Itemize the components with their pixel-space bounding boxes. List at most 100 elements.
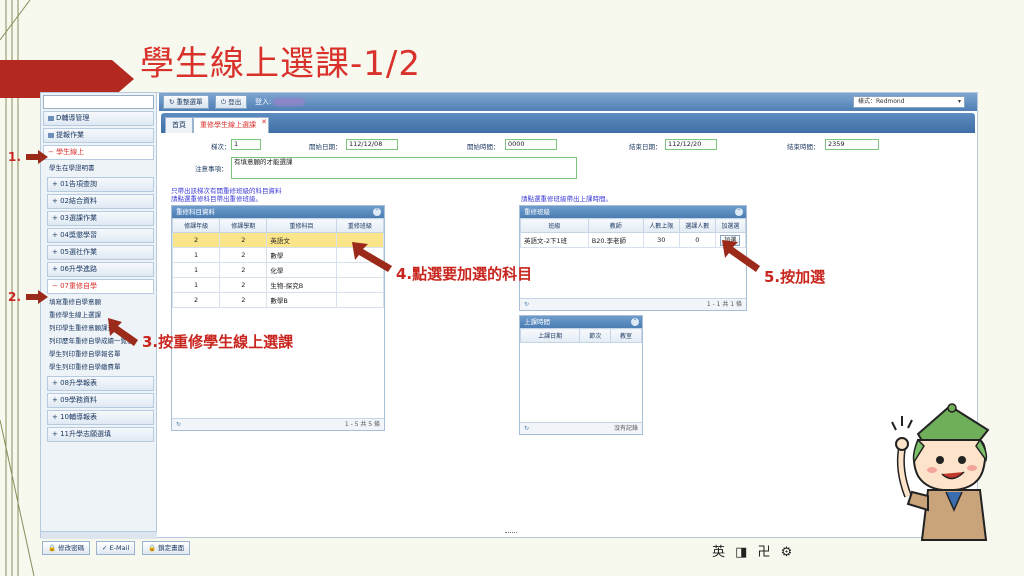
refresh-icon[interactable]: ↻ <box>176 419 181 431</box>
grid-title: 上課時間 ⌃ <box>520 316 642 328</box>
arrow-icon <box>722 240 760 272</box>
table-cell: B20.李老師 <box>587 232 644 248</box>
pager-text: 沒有記錄 <box>613 425 638 432</box>
close-icon[interactable]: ✕ <box>261 115 267 129</box>
column-header[interactable]: 修課年級 <box>171 218 221 233</box>
sidebar-link[interactable]: 列印歷年重修自學成績一覽表 <box>41 335 156 348</box>
table-cell: 2 <box>219 262 268 278</box>
sidebar-subitem[interactable]: + 03選課作業 <box>47 211 154 226</box>
sidebar-subitem[interactable]: + 08升學報表 <box>47 376 154 391</box>
ime-toolbar[interactable]: 英 ◨ 卍 ⚙ <box>712 541 795 560</box>
schedule-table: 上課日期 節次 教室 <box>519 328 642 343</box>
start-time-label: 開始時間： <box>467 143 500 151</box>
sidebar-subitem[interactable]: + 02結合資料 <box>47 194 154 209</box>
sidebar-item-label: 06升學進路 <box>60 265 98 273</box>
theme-select[interactable]: 樣式：Redmond <box>853 96 965 108</box>
notice-left-2: 請點選重修科目帶出重修班級。 <box>171 195 262 203</box>
email-button[interactable]: ✓ E-Mail <box>96 541 136 555</box>
button-label: 登出 <box>228 98 242 106</box>
collapse-icon[interactable]: ⌃ <box>631 318 639 326</box>
column-header[interactable]: 選課人數 <box>678 218 716 233</box>
grid-title: 重修班級 ⌃ <box>520 206 746 218</box>
arrow-icon <box>108 318 138 346</box>
sidebar-link[interactable]: 填寫重修自學意願 <box>41 296 156 309</box>
column-header[interactable]: 人數上限 <box>642 218 680 233</box>
sidebar-link[interactable]: 學生列印重修自學報名單 <box>41 348 156 361</box>
grid-title-text: 上課時間 <box>524 318 550 326</box>
column-header[interactable]: 修課學期 <box>219 218 268 233</box>
collapse-icon[interactable]: ⌃ <box>373 208 381 216</box>
table-cell: 1 <box>171 247 221 263</box>
login-label: 登入: <box>255 98 272 106</box>
arrow-icon <box>352 242 392 272</box>
table-row[interactable]: 1 2 生物-探究B <box>171 277 385 293</box>
end-date-field[interactable]: 112/12/20 <box>665 139 717 150</box>
lock-screen-button[interactable]: 🔒 鎖定畫面 <box>142 541 191 555</box>
sidebar-subitem[interactable]: + 06升學進路 <box>47 262 154 277</box>
notes-field[interactable]: 有填意願的才能選課 <box>231 157 577 179</box>
sidebar-link-repair-online[interactable]: 重修學生線上選課 <box>41 309 156 322</box>
sidebar-item-label: 05選社作業 <box>60 248 98 256</box>
sidebar-item-report[interactable]: 提報作業 <box>43 128 154 143</box>
table-row[interactable]: 英語文-2下1班 B20.李老師 30 0 加選 <box>520 232 747 248</box>
column-header[interactable]: 重修班級 <box>335 218 385 233</box>
sidebar-item-student-online[interactable]: − 學生線上 <box>43 145 154 160</box>
sidebar-link[interactable]: 列印學生重修意願課查 <box>41 322 156 335</box>
start-date-field[interactable]: 112/12/08 <box>346 139 398 150</box>
table-cell: 1 <box>171 262 221 278</box>
sidebar-item-counsel[interactable]: D輔導管理 <box>43 111 154 126</box>
sidebar-subitem[interactable]: + 04獎懲學習 <box>47 228 154 243</box>
refresh-menu-button[interactable]: ↻ 重整選單 <box>163 95 209 109</box>
end-time-label: 結束時間： <box>787 143 820 151</box>
term-field[interactable]: 1 <box>231 139 261 150</box>
annotation-step5: 5.按加選 <box>764 268 826 286</box>
tab-repair-online[interactable]: 重修學生線上選課 ✕ <box>193 117 269 133</box>
column-header[interactable]: 加選選 <box>714 218 747 233</box>
annotation-step3: 3.按重修學生線上選課 <box>142 333 294 351</box>
end-time-field[interactable]: 2359 <box>825 139 879 150</box>
table-cell: 2 <box>219 247 268 263</box>
refresh-icon: ↻ <box>169 98 175 106</box>
table-cell: 數學 <box>266 247 337 263</box>
power-icon: ⏻ <box>221 98 227 106</box>
button-label: E-Mail <box>109 544 130 552</box>
sidebar-subitem-repair[interactable]: − 07重修自學 <box>47 279 154 294</box>
classes-table: 班級 教師 人數上限 選課人數 加選選 英語文-2下1班 B20.李老師 30 … <box>520 218 747 248</box>
change-password-button[interactable]: 🔒 修改密碼 <box>42 541 91 555</box>
logout-button[interactable]: ⏻ 登出 <box>215 95 248 109</box>
sidebar-search-input[interactable] <box>43 95 154 109</box>
notes-label: 注意事項： <box>195 165 228 173</box>
pager-text: 1 - 5 共 5 條 <box>344 421 380 428</box>
column-header[interactable]: 班級 <box>520 218 589 233</box>
tab-bar: 首頁 重修學生線上選課 ✕ <box>161 113 975 133</box>
table-row[interactable]: 2 2 數學B <box>171 292 385 308</box>
classes-grid: 重修班級 ⌃ 班級 教師 人數上限 選課人數 加選選 英語文-2下1班 B20.… <box>519 205 747 311</box>
collapse-icon[interactable]: ⌃ <box>735 208 743 216</box>
resize-handle[interactable] <box>505 532 517 536</box>
sidebar-scrollbar[interactable] <box>41 531 157 539</box>
check-icon: ✓ <box>102 544 108 552</box>
sidebar-subitem[interactable]: + 01告項查詢 <box>47 177 154 192</box>
sidebar-subitem[interactable]: + 05選社作業 <box>47 245 154 260</box>
sidebar-link-certificate[interactable]: 學生在學證明書 <box>41 162 156 175</box>
tab-home[interactable]: 首頁 <box>165 117 193 133</box>
sidebar-subitem[interactable]: + 10輔導報表 <box>47 410 154 425</box>
sidebar-link[interactable]: 學生列印重修自學繳費單 <box>41 361 156 374</box>
column-header[interactable]: 教師 <box>587 218 644 233</box>
tab-label: 重修學生線上選課 <box>200 121 256 129</box>
grid-title-text: 重修班級 <box>524 208 550 216</box>
refresh-icon[interactable]: ↻ <box>524 423 529 435</box>
button-label: 重整選單 <box>176 98 203 106</box>
subjects-grid: 重修科目資料 ⌃ 修課年級 修課學期 重修科目 重修班級 2 2 英語文 1 2… <box>171 205 385 431</box>
column-header[interactable]: 教室 <box>610 328 642 343</box>
button-label: 鎖定畫面 <box>158 544 185 552</box>
sidebar-subitem[interactable]: + 11升學志願選填 <box>47 427 154 442</box>
column-header[interactable]: 節次 <box>579 328 612 343</box>
column-header[interactable]: 上課日期 <box>519 328 581 343</box>
sidebar-subitem[interactable]: + 09學務資料 <box>47 393 154 408</box>
table-cell: 2 <box>219 232 268 248</box>
start-time-field[interactable]: 0000 <box>505 139 557 150</box>
refresh-icon[interactable]: ↻ <box>524 299 529 311</box>
column-header[interactable]: 重修科目 <box>266 218 337 233</box>
annotation-step2: 2. <box>8 290 21 304</box>
